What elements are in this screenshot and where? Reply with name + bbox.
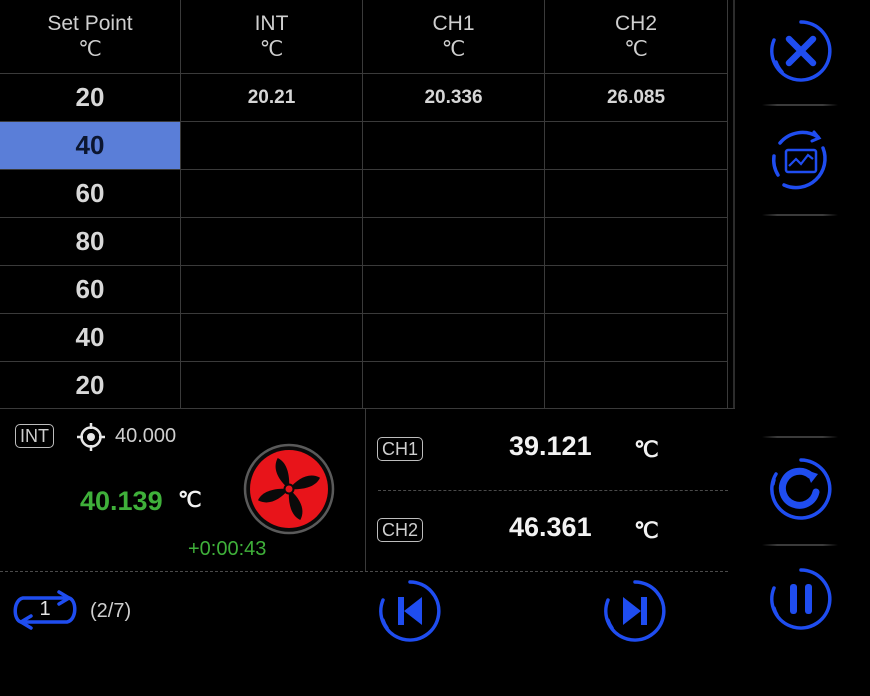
setpoint-cell[interactable]: 80 — [0, 218, 181, 266]
empty-cell — [363, 362, 545, 408]
step-indicator: (2/7) — [90, 600, 132, 622]
int-target-value: 40.000 — [115, 425, 177, 447]
previous-step-button[interactable] — [377, 578, 443, 644]
empty-cell — [545, 218, 728, 266]
empty-cell — [545, 362, 728, 408]
empty-cell — [181, 218, 363, 266]
header-ch2: CH2 ℃ — [545, 0, 728, 74]
ch2-unit: ℃ — [634, 518, 659, 543]
refresh-icon — [770, 458, 832, 520]
skip-next-icon — [604, 580, 666, 642]
ch2-badge: CH2 — [377, 518, 424, 542]
empty-cell — [181, 122, 363, 170]
empty-cell — [545, 266, 728, 314]
setpoint-cell[interactable]: 20 — [0, 362, 181, 408]
crosshair-icon — [77, 423, 105, 451]
empty-cell — [181, 266, 363, 314]
setpoint-cell-selected[interactable]: 40 — [0, 122, 181, 170]
ch2-value: 46.361 — [509, 512, 592, 542]
header-label: CH1 — [432, 11, 475, 35]
refresh-button[interactable] — [768, 456, 834, 522]
header-label: INT — [254, 11, 289, 35]
divider — [733, 0, 735, 408]
empty-cell — [181, 362, 363, 408]
empty-cell — [363, 218, 545, 266]
fan-icon — [243, 443, 335, 535]
chart-refresh-icon — [771, 130, 827, 190]
empty-cell — [545, 122, 728, 170]
divider — [762, 104, 838, 106]
ch1-badge: CH1 — [377, 437, 424, 461]
next-step-button[interactable] — [602, 578, 668, 644]
setpoint-cell[interactable]: 60 — [0, 266, 181, 314]
close-button[interactable] — [768, 18, 834, 84]
header-ch1: CH1 ℃ — [363, 0, 545, 74]
header-label: Set Point — [47, 11, 133, 35]
loop-counter[interactable]: 1 — [11, 590, 79, 630]
header-unit: ℃ — [259, 37, 284, 61]
empty-cell — [363, 122, 545, 170]
header-label: CH2 — [614, 11, 657, 35]
divider — [0, 408, 735, 409]
empty-cell — [363, 266, 545, 314]
setpoint-table: Set Point ℃ INT ℃ CH1 ℃ CH2 ℃ 20 20.21 2… — [0, 0, 728, 408]
ch1-value-cell: 20.336 — [363, 74, 545, 122]
empty-cell — [545, 314, 728, 362]
empty-cell — [181, 314, 363, 362]
divider — [378, 490, 728, 491]
setpoint-cell[interactable]: 40 — [0, 314, 181, 362]
setpoint-cell[interactable]: 20 — [0, 74, 181, 122]
ch2-value-cell: 26.085 — [545, 74, 728, 122]
header-unit: ℃ — [624, 37, 648, 61]
chart-button[interactable] — [768, 128, 834, 194]
int-unit: ℃ — [178, 489, 202, 512]
divider — [762, 214, 838, 216]
empty-cell — [363, 314, 545, 362]
header-unit: ℃ — [441, 37, 466, 61]
divider — [762, 544, 838, 546]
header-int: INT ℃ — [181, 0, 363, 74]
loop-count: 1 — [39, 598, 51, 620]
pause-button[interactable] — [768, 566, 834, 632]
skip-previous-icon — [379, 580, 441, 642]
empty-cell — [181, 170, 363, 218]
empty-cell — [545, 170, 728, 218]
ch1-unit: ℃ — [634, 437, 659, 462]
empty-cell — [363, 170, 545, 218]
divider — [762, 436, 838, 438]
elapsed-time: +0:00:43 — [188, 538, 267, 560]
ch1-value: 39.121 — [509, 431, 592, 461]
divider — [0, 571, 728, 572]
setpoint-cell[interactable]: 60 — [0, 170, 181, 218]
header-unit: ℃ — [78, 37, 102, 61]
int-badge: INT — [15, 424, 54, 448]
header-set-point: Set Point ℃ — [0, 0, 181, 74]
pause-icon — [770, 568, 832, 630]
divider — [365, 409, 366, 571]
int-value-cell: 20.21 — [181, 74, 363, 122]
close-icon — [770, 20, 832, 82]
int-current-value: 40.139 — [80, 486, 163, 516]
